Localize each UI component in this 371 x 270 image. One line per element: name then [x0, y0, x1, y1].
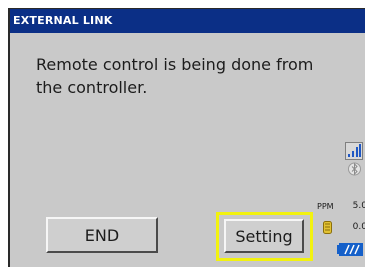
signal-strength-icon: [345, 142, 363, 160]
setting-button[interactable]: Setting: [224, 219, 304, 253]
ppm-label: PPM: [317, 202, 334, 211]
title-bar: EXTERNAL LINK: [10, 9, 365, 33]
secondary-readout: 0.0: [317, 221, 365, 234]
ppm-readout: PPM 5.0: [317, 201, 365, 214]
status-message: Remote control is being done from the co…: [36, 55, 314, 97]
battery-icon: [337, 243, 363, 256]
bluetooth-icon: [348, 162, 361, 176]
window-title: EXTERNAL LINK: [13, 14, 113, 27]
device-screen: EXTERNAL LINK Remote control is being do…: [8, 8, 365, 267]
filter-icon: [323, 221, 332, 234]
end-button[interactable]: END: [46, 217, 158, 253]
ppm-value: 5.0: [352, 201, 365, 211]
secondary-value: 0.0: [352, 222, 365, 232]
